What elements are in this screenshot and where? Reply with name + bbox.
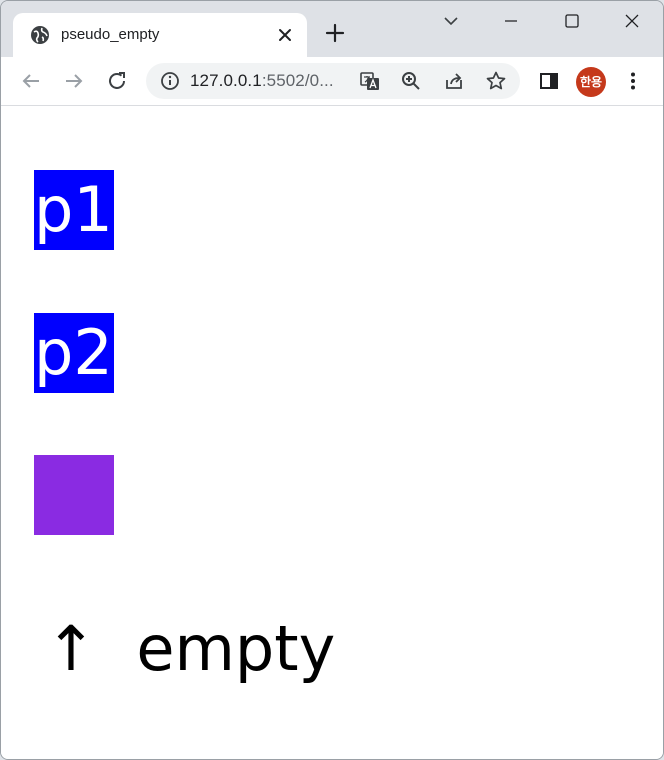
reload-icon[interactable] (105, 69, 129, 93)
tab-search-chevron-icon[interactable] (439, 9, 463, 33)
tab-title: pseudo_empty (61, 26, 160, 43)
paragraph-p1: p1 (34, 170, 114, 250)
address-url: 127.0.0.1:5502/0... (190, 71, 334, 91)
profile-avatar[interactable]: 한용 (576, 67, 606, 97)
translate-icon[interactable] (358, 69, 382, 93)
tab-pseudo-empty[interactable]: pseudo_empty (13, 13, 307, 57)
page-content: p1 p2 ↑ empty (1, 106, 663, 759)
globe-icon (31, 26, 49, 44)
more-vert-icon[interactable] (621, 69, 645, 93)
url-host: 127.0.0.1 (190, 71, 262, 90)
browser-toolbar: 127.0.0.1:5502/0... 한용 (1, 57, 663, 106)
url-rest: :5502/0... (261, 71, 334, 90)
forward-arrow-icon[interactable] (62, 69, 86, 93)
empty-caption: ↑ empty (45, 612, 336, 685)
browser-window: pseudo_empty 127.0.0.1:5502/0... 한용 p1 p… (0, 0, 664, 760)
side-panel-icon[interactable] (537, 69, 561, 93)
window-close-icon[interactable] (620, 9, 644, 33)
address-bar[interactable]: 127.0.0.1:5502/0... (146, 63, 520, 99)
minimize-icon[interactable] (499, 9, 523, 33)
paragraph-p2: p2 (34, 313, 114, 393)
new-tab-icon[interactable] (323, 21, 347, 45)
zoom-in-icon[interactable] (399, 69, 423, 93)
share-icon[interactable] (442, 69, 466, 93)
empty-paragraph (34, 455, 114, 535)
maximize-icon[interactable] (560, 9, 584, 33)
tab-strip: pseudo_empty (1, 1, 663, 57)
close-tab-icon[interactable] (275, 25, 295, 45)
info-icon[interactable] (158, 69, 182, 93)
back-arrow-icon[interactable] (19, 69, 43, 93)
star-icon[interactable] (484, 69, 508, 93)
